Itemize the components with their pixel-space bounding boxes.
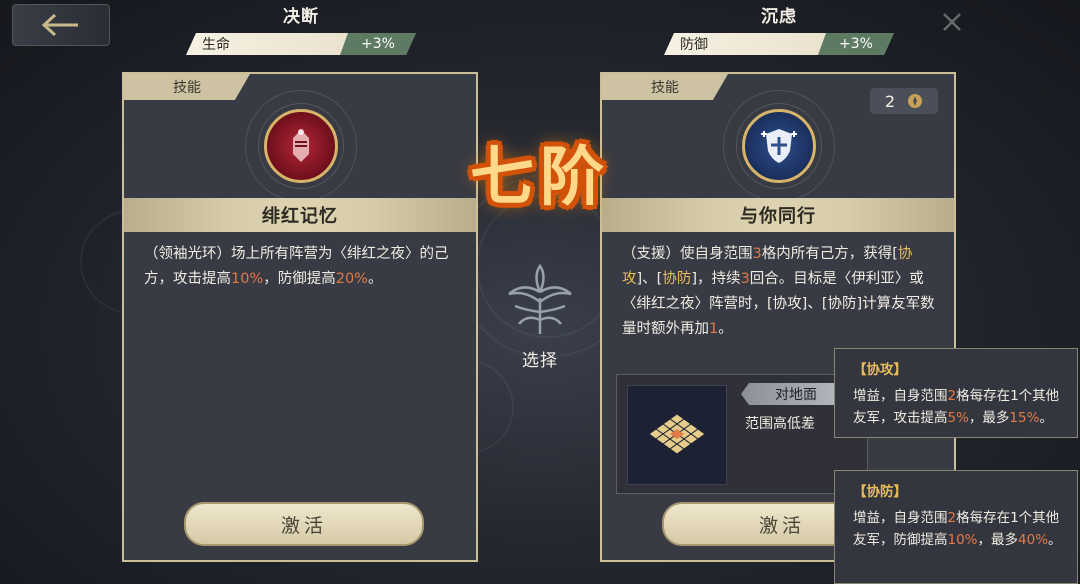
text-segment: ，最多 (977, 532, 1019, 548)
skill-description: （领袖光环）场上所有阵营为〈绯红之夜〉的己方，攻击提高10%，防御提高20%。 (144, 242, 460, 292)
highlight-text: 协防 (662, 271, 692, 287)
text-segment: 。 (718, 321, 733, 337)
crimson-memory-icon (264, 109, 338, 183)
right-buff-name: 沉虑 (761, 7, 797, 27)
text-segment: ]，持续 (691, 271, 741, 287)
text-segment: 。 (367, 271, 383, 287)
range-grid-icon (648, 413, 706, 455)
back-arrow-icon (41, 13, 78, 37)
highlight-text: 2 (947, 388, 957, 404)
skill-name: 与你同行 (602, 198, 954, 232)
activate-button[interactable]: 激活 (184, 502, 424, 546)
knight-helmet-icon (293, 129, 309, 162)
close-icon (943, 13, 961, 31)
left-buff-bar: 生命 +3% (186, 33, 416, 55)
highlight-text: 5% (947, 410, 969, 426)
left-skill-card[interactable]: 技能 绯红记忆 （领袖光环）场上所有阵营为〈绯红之夜〉的己方，攻击提高10%，防… (122, 72, 478, 562)
skill-cost-value: 2 (884, 91, 896, 111)
shield-icon (761, 129, 797, 163)
highlight-text: 3 (752, 246, 762, 262)
skill-range-box: 对地面 范围高低差 (616, 374, 868, 494)
highlight-text: 20% (335, 271, 368, 287)
skill-badge (245, 90, 357, 202)
skill-range-map (627, 385, 727, 485)
right-buff-stat: 防御 (680, 37, 708, 53)
highlight-text: 3 (740, 271, 750, 287)
tooltip-title: 【协防】 (853, 484, 907, 500)
tooltip-co-defense: 【协防】 增益，自身范围2格每存在1个其他友军，防御提高10%，最多40%。 (834, 470, 1078, 584)
skill-description: （支援）使自身范围3格内所有己方，获得[协攻]、[协防]，持续3回合。目标是〈伊… (622, 242, 938, 342)
text-segment: ，防御提高 (263, 271, 336, 287)
highlight-text: 10% (231, 271, 264, 287)
left-buff-stat: 生命 (202, 37, 230, 53)
skill-badge (723, 90, 835, 202)
cost-gem-icon (908, 94, 923, 108)
right-buff-bar: 防御 +3% (664, 33, 894, 55)
tooltip-co-attack: 【协攻】 增益，自身范围2格每存在1个其他友军，攻击提高5%，最多15%。 (834, 348, 1078, 438)
rank-title: 七阶 (470, 141, 610, 215)
back-button[interactable] (12, 4, 110, 46)
highlight-text: 40% (1018, 532, 1049, 548)
skill-name: 绯红记忆 (124, 198, 476, 232)
text-segment: 。 (1048, 532, 1062, 548)
tooltip-description: 增益，自身范围2格每存在1个其他友军，防御提高10%，最多40%。 (853, 507, 1063, 551)
tooltip-description: 增益，自身范围2格每存在1个其他友军，攻击提高5%，最多15%。 (853, 385, 1063, 429)
left-buff-name: 决断 (283, 7, 319, 27)
highlight-text: 1 (709, 321, 719, 337)
text-segment: 格内所有己方，获得[ (761, 246, 898, 262)
shield-cross-icon (742, 109, 816, 183)
text-segment: ，最多 (968, 410, 1010, 426)
right-buff: 沉虑 防御 +3% (664, 2, 894, 55)
left-buff: 决断 生命 +3% (186, 2, 416, 55)
tooltip-title: 【协攻】 (853, 362, 907, 378)
select-label: 选择 (522, 351, 558, 371)
card-tab-label: 技能 (124, 74, 250, 100)
skill-cost-badge: 2 (870, 88, 938, 114)
terrain-subtitle: 范围高低差 (745, 416, 815, 432)
highlight-text: 2 (947, 510, 957, 526)
right-buff-value: +3% (818, 33, 894, 55)
tree-emblem-icon (508, 263, 572, 334)
left-buff-value: +3% (340, 33, 416, 55)
card-tab-label: 技能 (602, 74, 728, 100)
highlight-text: 10% (947, 532, 978, 548)
close-button[interactable] (926, 0, 978, 44)
text-segment: 增益，自身范围 (853, 388, 948, 404)
select-button[interactable]: 选择 (492, 262, 588, 371)
text-segment: 增益，自身范围 (853, 510, 948, 526)
text-segment: （支援）使自身范围 (622, 246, 753, 262)
text-segment: ]、[ (636, 271, 663, 287)
text-segment: 。 (1039, 410, 1053, 426)
highlight-text: 15% (1009, 410, 1040, 426)
